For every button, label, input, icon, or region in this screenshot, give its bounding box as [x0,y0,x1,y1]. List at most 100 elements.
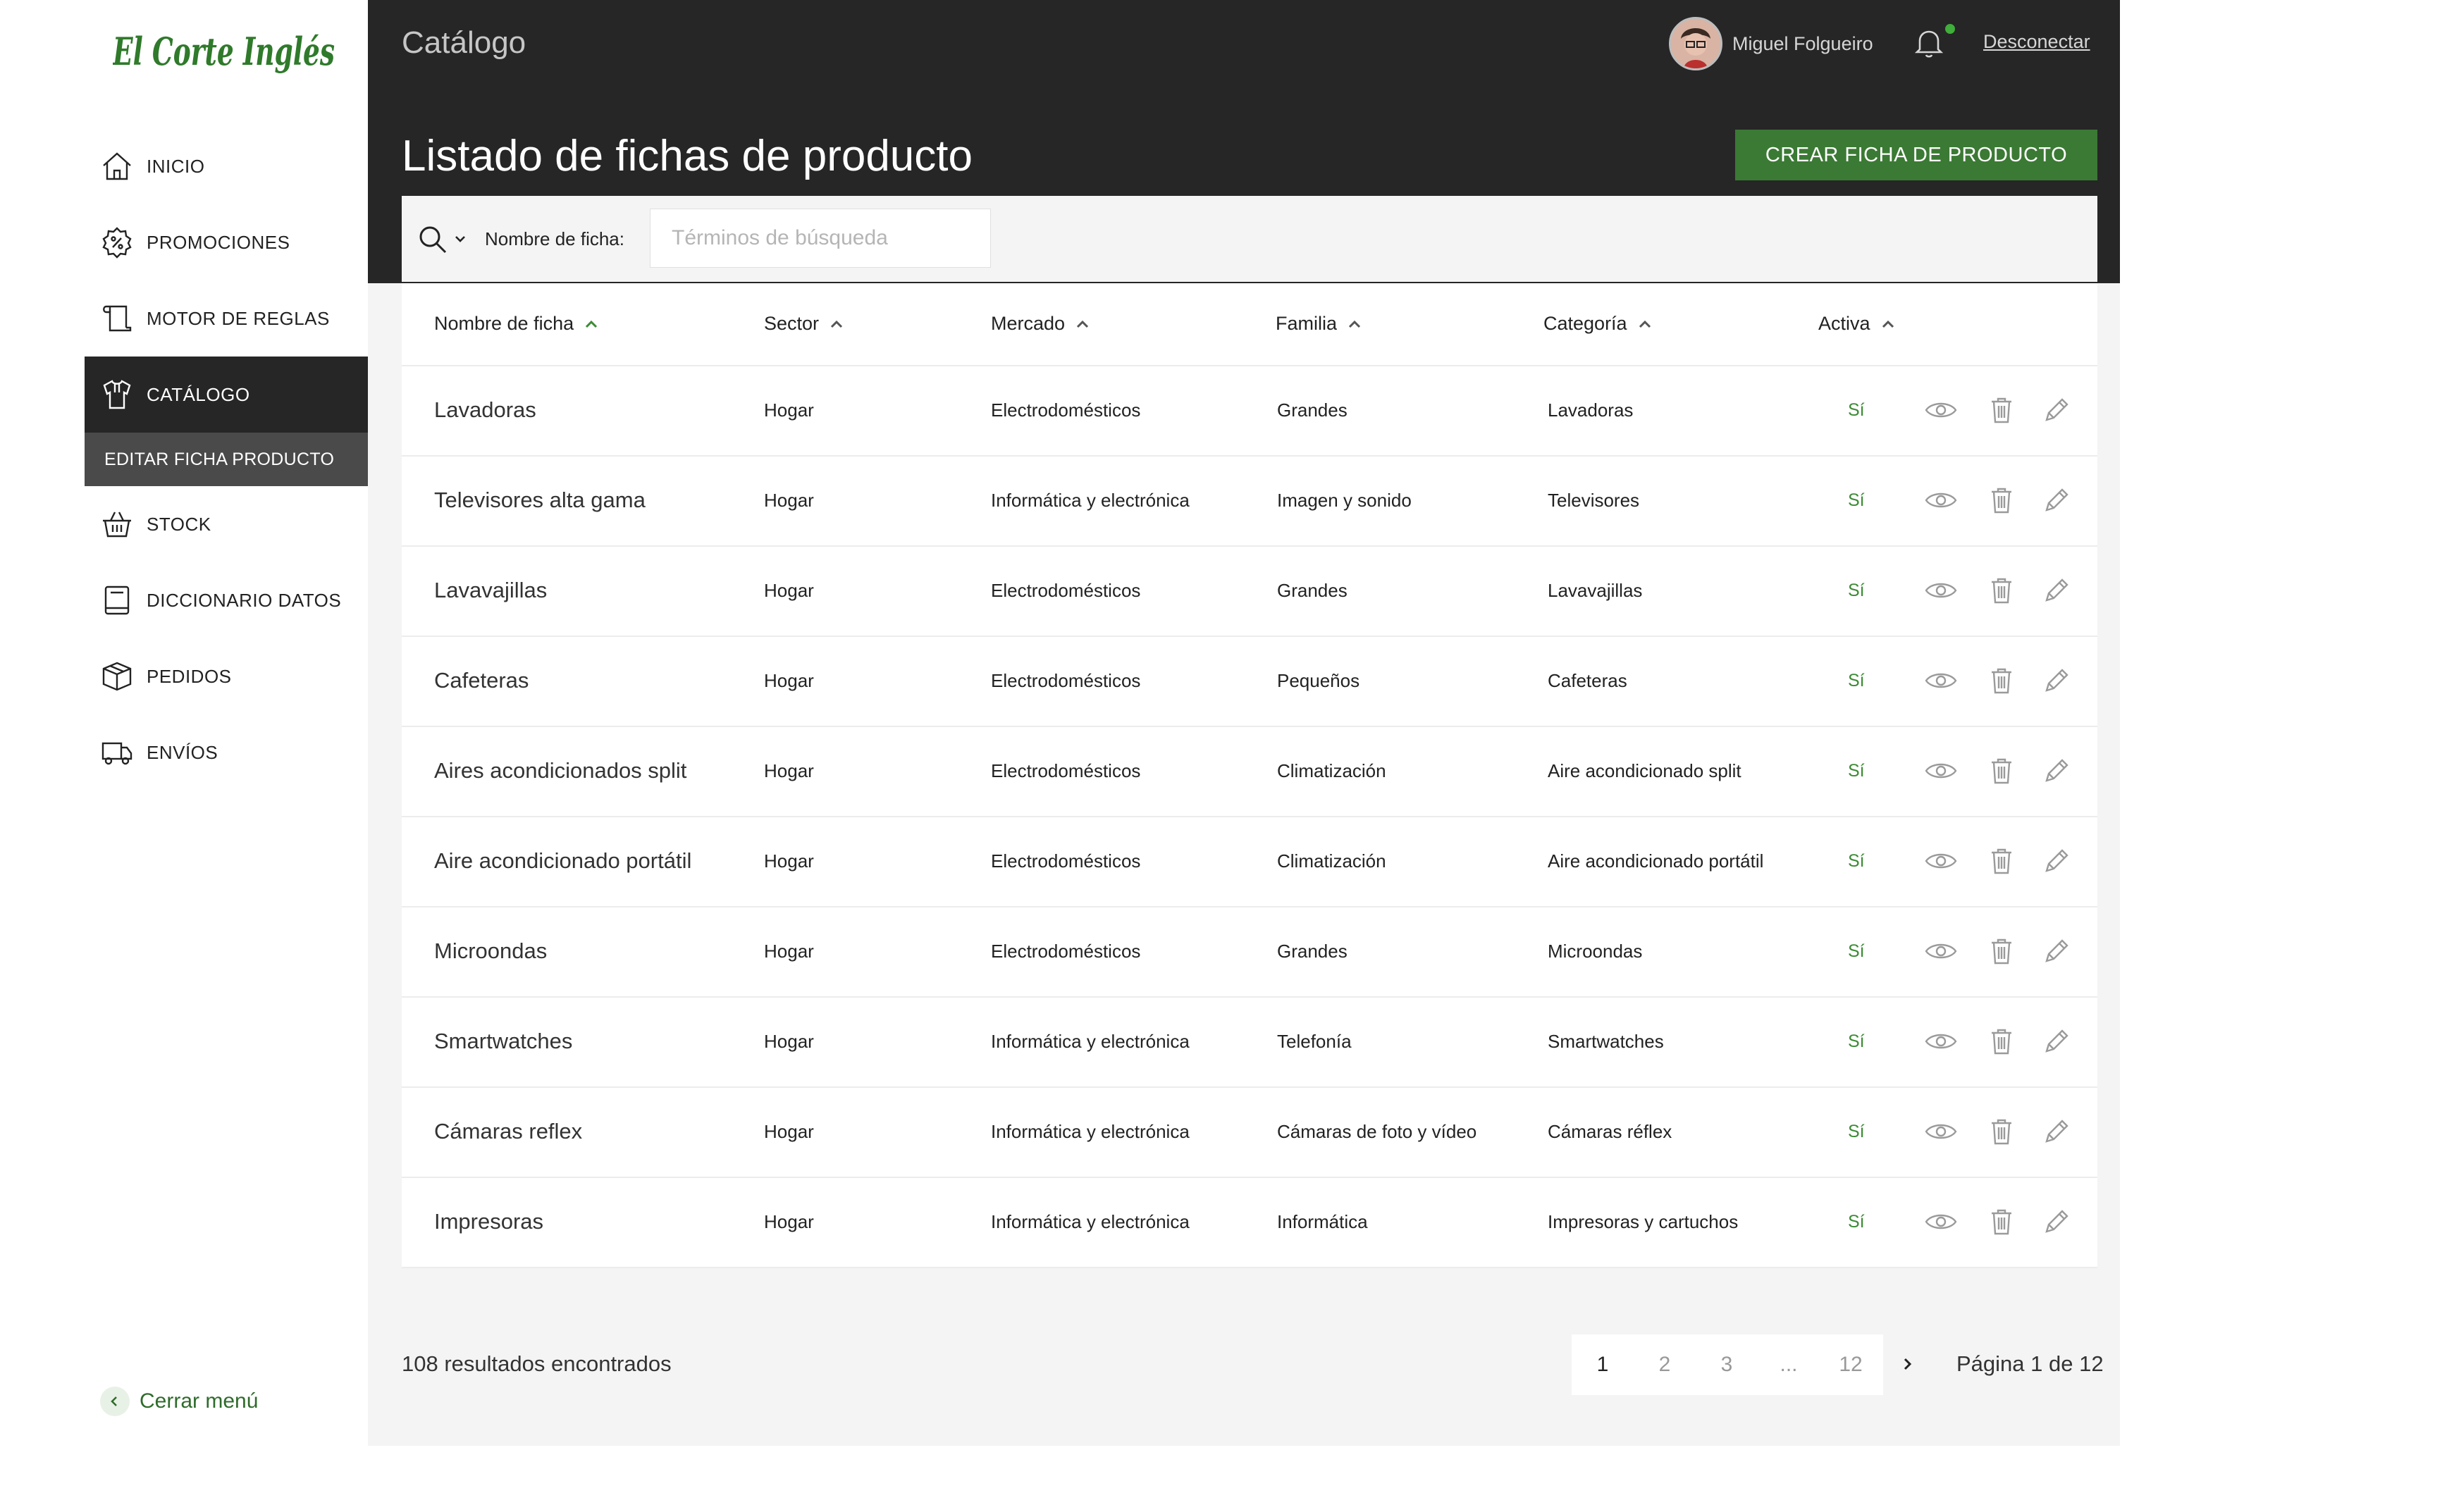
sidebar-item-pedidos[interactable]: PEDIDOS [85,638,368,714]
cell-sector: Hogar [764,1210,814,1232]
cell-mercado: Electrodomésticos [991,399,1141,421]
delete-icon[interactable] [1983,482,2020,519]
discount-badge-icon [100,225,134,259]
edit-icon[interactable] [2038,572,2075,609]
search-input[interactable] [650,209,991,268]
sidebar-item-label: DICCIONARIO DATOS [147,589,342,611]
cell-nombre: Lavadoras [434,397,536,422]
table-row[interactable]: Aires acondicionados split Hogar Electrodo… [402,726,2097,817]
sidebar-item-inicio[interactable]: INICIO [85,128,368,204]
sidebar-item-catalogo[interactable]: CATÁLOGO [85,357,368,433]
brand-logo[interactable]: El Corte Inglés [113,21,338,85]
delete-icon[interactable] [1983,1023,2020,1060]
cell-mercado: Informática y electrónica [991,1030,1190,1052]
cell-activa: Sí [1848,580,1865,600]
search-icon[interactable] [417,224,448,255]
delete-icon[interactable] [1983,1113,2020,1150]
view-icon[interactable] [1923,572,1959,609]
cell-sector: Hogar [764,940,814,962]
chevron-left-icon [100,1387,130,1416]
table-row[interactable]: Lavavajillas Hogar Electrodomésticos Grande… [402,545,2097,637]
page-button-1[interactable]: 1 [1572,1334,1634,1395]
cell-sector: Hogar [764,399,814,421]
page-button-12[interactable]: 12 [1820,1334,1882,1395]
close-menu-button[interactable]: Cerrar menú [100,1387,258,1416]
edit-icon[interactable] [2038,1023,2075,1060]
sidebar-item-motor-de-reglas[interactable]: MOTOR DE REGLAS [85,280,368,357]
sidebar-item-envios[interactable]: ENVÍOS [85,714,368,791]
view-icon[interactable] [1923,933,1959,969]
delete-icon[interactable] [1983,843,2020,879]
column-header-label: Sector [764,313,820,334]
edit-icon[interactable] [2038,1113,2075,1150]
view-icon[interactable] [1923,843,1959,879]
sort-icon [1882,320,1894,328]
delete-icon[interactable] [1983,572,2020,609]
edit-icon[interactable] [2038,933,2075,969]
table-row[interactable]: Cafeteras Hogar Electrodomésticos Pequeños C… [402,636,2097,727]
bell-icon[interactable] [1911,25,1947,61]
edit-icon[interactable] [2038,662,2075,699]
delete-icon[interactable] [1983,1203,2020,1240]
sort-icon [1076,320,1089,328]
edit-icon[interactable] [2038,392,2075,428]
page-button-2[interactable]: 2 [1634,1334,1696,1395]
column-header-familia[interactable]: Familia [1276,313,1362,335]
page-title: Listado de fichas de producto [402,132,973,180]
cell-nombre: Impresoras [434,1209,544,1234]
table-row[interactable]: Cámaras reflex Hogar Informática y electró… [402,1086,2097,1178]
column-header-sector[interactable]: Sector [764,313,844,335]
cell-nombre: Televisores alta gama [434,488,646,512]
table-header: Nombre de ficha Sector Mercado Familia C… [402,283,2097,366]
next-page-button[interactable] [1893,1350,1921,1378]
edit-icon[interactable] [2038,843,2075,879]
delete-icon[interactable] [1983,933,2020,969]
cell-mercado: Electrodomésticos [991,669,1141,691]
table-row[interactable]: Microondas Hogar Electrodomésticos Grandes M… [402,906,2097,998]
view-icon[interactable] [1923,1203,1959,1240]
table-row[interactable]: Lavadoras Hogar Electrodomésticos Grandes La… [402,365,2097,457]
cell-nombre: Microondas [434,938,548,963]
cell-categoria: Lavadoras [1548,399,1634,421]
edit-icon[interactable] [2038,1203,2075,1240]
view-icon[interactable] [1923,392,1959,428]
column-header-categoria[interactable]: Categoría [1543,313,1653,335]
view-icon[interactable] [1923,1113,1959,1150]
sidebar-item-diccionario-datos[interactable]: DICCIONARIO DATOS [85,562,368,638]
view-icon[interactable] [1923,1023,1959,1060]
cell-familia: Climatización [1277,850,1386,872]
edit-icon[interactable] [2038,482,2075,519]
edit-icon[interactable] [2038,752,2075,789]
cell-familia: Climatización [1277,760,1386,781]
column-header-activa[interactable]: Activa [1818,313,1896,335]
delete-icon[interactable] [1983,392,2020,428]
chevron-down-icon[interactable] [452,231,468,247]
cell-sector: Hogar [764,489,814,511]
sidebar-item-promociones[interactable]: PROMOCIONES [85,204,368,280]
user-name: Miguel Folgueiro [1732,32,1873,54]
cell-mercado: Electrodomésticos [991,760,1141,781]
sort-icon [830,320,843,328]
delete-icon[interactable] [1983,752,2020,789]
table-row[interactable]: Televisores alta gama Hogar Informática y … [402,455,2097,547]
view-icon[interactable] [1923,482,1959,519]
cell-categoria: Smartwatches [1548,1030,1664,1052]
sidebar-item-stock[interactable]: STOCK [85,486,368,562]
logout-link[interactable]: Desconectar [1983,31,2090,53]
basket-icon [100,507,134,541]
table-row[interactable]: Smartwatches Hogar Informática y electróni… [402,996,2097,1088]
cell-sector: Hogar [764,669,814,691]
user-menu[interactable]: Miguel Folgueiro [1669,17,1873,70]
page-button-3[interactable]: 3 [1696,1334,1758,1395]
view-icon[interactable] [1923,662,1959,699]
table-row[interactable]: Impresoras Hogar Informática y electrónica… [402,1177,2097,1268]
column-header-nombre[interactable]: Nombre de ficha [434,313,599,335]
delete-icon[interactable] [1983,662,2020,699]
cell-activa: Sí [1848,941,1865,961]
table-row[interactable]: Aire acondicionado portátil Hogar Electrod… [402,816,2097,907]
sidebar-subitem-editar-ficha[interactable]: EDITAR FICHA PRODUCTO [85,433,368,486]
create-product-sheet-button[interactable]: CREAR FICHA DE PRODUCTO [1735,130,2097,180]
view-icon[interactable] [1923,752,1959,789]
truck-icon [100,736,134,769]
column-header-mercado[interactable]: Mercado [991,313,1090,335]
